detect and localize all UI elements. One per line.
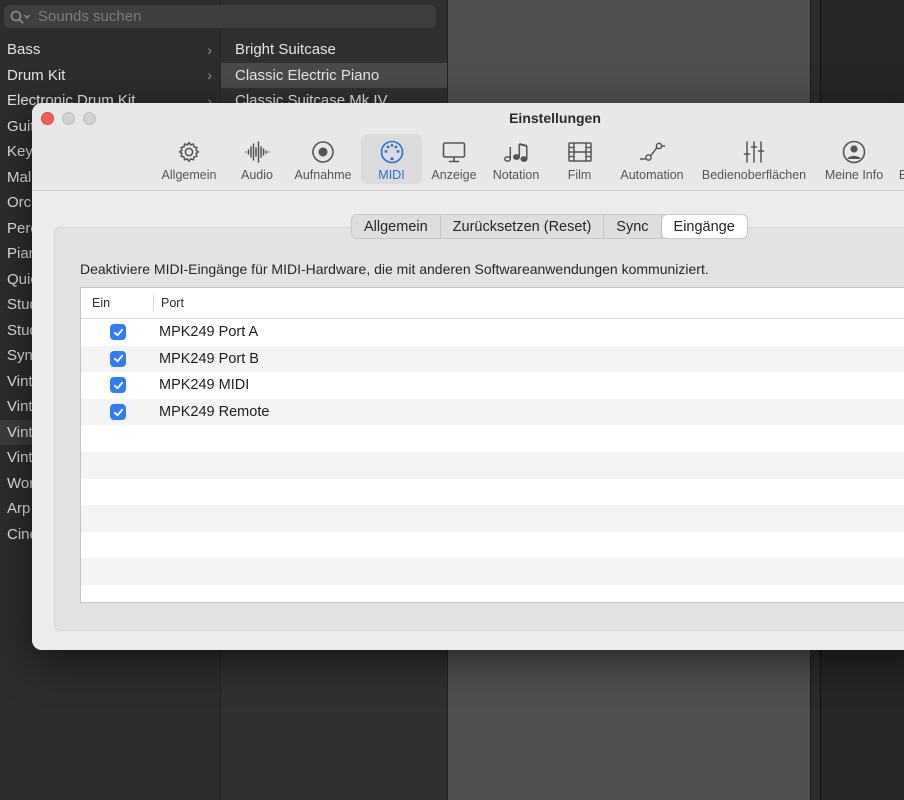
checkmark-icon xyxy=(113,328,123,336)
sound-search-input[interactable] xyxy=(38,8,418,25)
enabled-checkbox[interactable] xyxy=(110,377,126,394)
chevron-right-icon: › xyxy=(207,67,212,84)
category-item[interactable]: Drum Kit › xyxy=(0,63,220,89)
midi-port-icon xyxy=(380,140,403,164)
empty-row xyxy=(81,451,904,479)
category-item[interactable]: Bass › xyxy=(0,37,220,63)
port-name: MPK249 Remote xyxy=(159,404,270,421)
window-titlebar: Einstellungen Allgemein Audio Aufnahme M… xyxy=(32,103,904,191)
toolbar-tab-film[interactable]: Film xyxy=(557,134,602,184)
toolbar-tab-anzeige[interactable]: Anzeige xyxy=(426,134,482,184)
chevron-right-icon: › xyxy=(207,41,212,58)
column-header-enabled[interactable]: Ein xyxy=(81,296,153,310)
sound-search-field[interactable] xyxy=(4,5,436,28)
toolbar-tab-automation[interactable]: Automation xyxy=(614,134,690,184)
toolbar-tab-audio[interactable]: Audio xyxy=(232,134,282,184)
toolbar-tab-meine-info[interactable]: Meine Info xyxy=(821,134,887,184)
midi-inputs-table: Ein Port MPK249 Port A MPK249 Port B MPK… xyxy=(80,287,904,603)
display-icon xyxy=(442,142,466,163)
settings-toolbar: Allgemein Audio Aufnahme MIDI Anzeige No… xyxy=(32,134,904,184)
empty-row xyxy=(81,558,904,585)
record-icon xyxy=(312,141,334,163)
window-title: Einstellungen xyxy=(509,110,601,126)
subtab-allgemein[interactable]: Allgemein xyxy=(352,215,441,238)
port-name: MPK249 Port A xyxy=(159,324,259,341)
patch-item-selected[interactable]: Classic Electric Piano xyxy=(221,62,447,88)
subtab-sync[interactable]: Sync xyxy=(604,215,662,238)
checkmark-icon xyxy=(113,408,123,416)
midi-settings-content: Allgemein Zurücksetzen (Reset) Sync Eing… xyxy=(32,192,904,650)
enabled-checkbox[interactable] xyxy=(110,350,126,367)
inputs-description: Deaktiviere MIDI-Eingänge für MIDI-Hardw… xyxy=(80,261,709,277)
toolbar-tab-aufnahme[interactable]: Aufnahme xyxy=(290,134,356,184)
settings-window: Einstellungen Allgemein Audio Aufnahme M… xyxy=(32,103,904,650)
midi-subtab-control: Allgemein Zurücksetzen (Reset) Sync Eing… xyxy=(351,214,748,239)
table-row: MPK249 Port B xyxy=(81,345,904,373)
table-row: MPK249 Port A xyxy=(81,319,904,346)
notes-icon xyxy=(503,143,528,162)
table-row: MPK249 MIDI xyxy=(81,372,904,399)
toolbar-tab-bedienoberflaechen[interactable]: Bedienoberflächen xyxy=(698,134,810,184)
toolbar-tab-truncated[interactable]: E xyxy=(896,134,904,184)
empty-row xyxy=(81,479,904,506)
empty-row xyxy=(81,505,904,532)
sliders-icon xyxy=(743,141,765,163)
search-icon xyxy=(10,10,31,23)
port-name: MPK249 Port B xyxy=(159,350,259,367)
automation-icon xyxy=(640,142,665,161)
table-header: Ein Port xyxy=(81,288,904,319)
film-icon xyxy=(567,142,592,162)
checkmark-icon xyxy=(113,381,123,390)
waveform-icon xyxy=(245,141,270,163)
empty-row xyxy=(81,425,904,452)
port-name: MPK249 MIDI xyxy=(159,377,250,394)
empty-row xyxy=(81,585,904,602)
checkmark-icon xyxy=(113,355,123,363)
toolbar-tab-allgemein[interactable]: Allgemein xyxy=(158,134,220,184)
table-row: MPK249 Remote xyxy=(81,398,904,426)
subtab-reset[interactable]: Zurücksetzen (Reset) xyxy=(441,215,605,238)
enabled-checkbox[interactable] xyxy=(110,404,126,421)
patch-item[interactable]: Bright Suitcase xyxy=(221,37,447,63)
gear-icon xyxy=(178,141,200,163)
column-header-port[interactable]: Port xyxy=(153,296,184,310)
column-divider xyxy=(153,295,154,311)
toolbar-tab-midi[interactable]: MIDI xyxy=(361,134,422,184)
placeholder-icon xyxy=(890,139,904,165)
person-icon xyxy=(842,140,866,164)
toolbar-tab-notation[interactable]: Notation xyxy=(488,134,544,184)
enabled-checkbox[interactable] xyxy=(110,324,126,341)
empty-row xyxy=(81,532,904,559)
subtab-eingaenge[interactable]: Eingänge xyxy=(661,215,747,238)
